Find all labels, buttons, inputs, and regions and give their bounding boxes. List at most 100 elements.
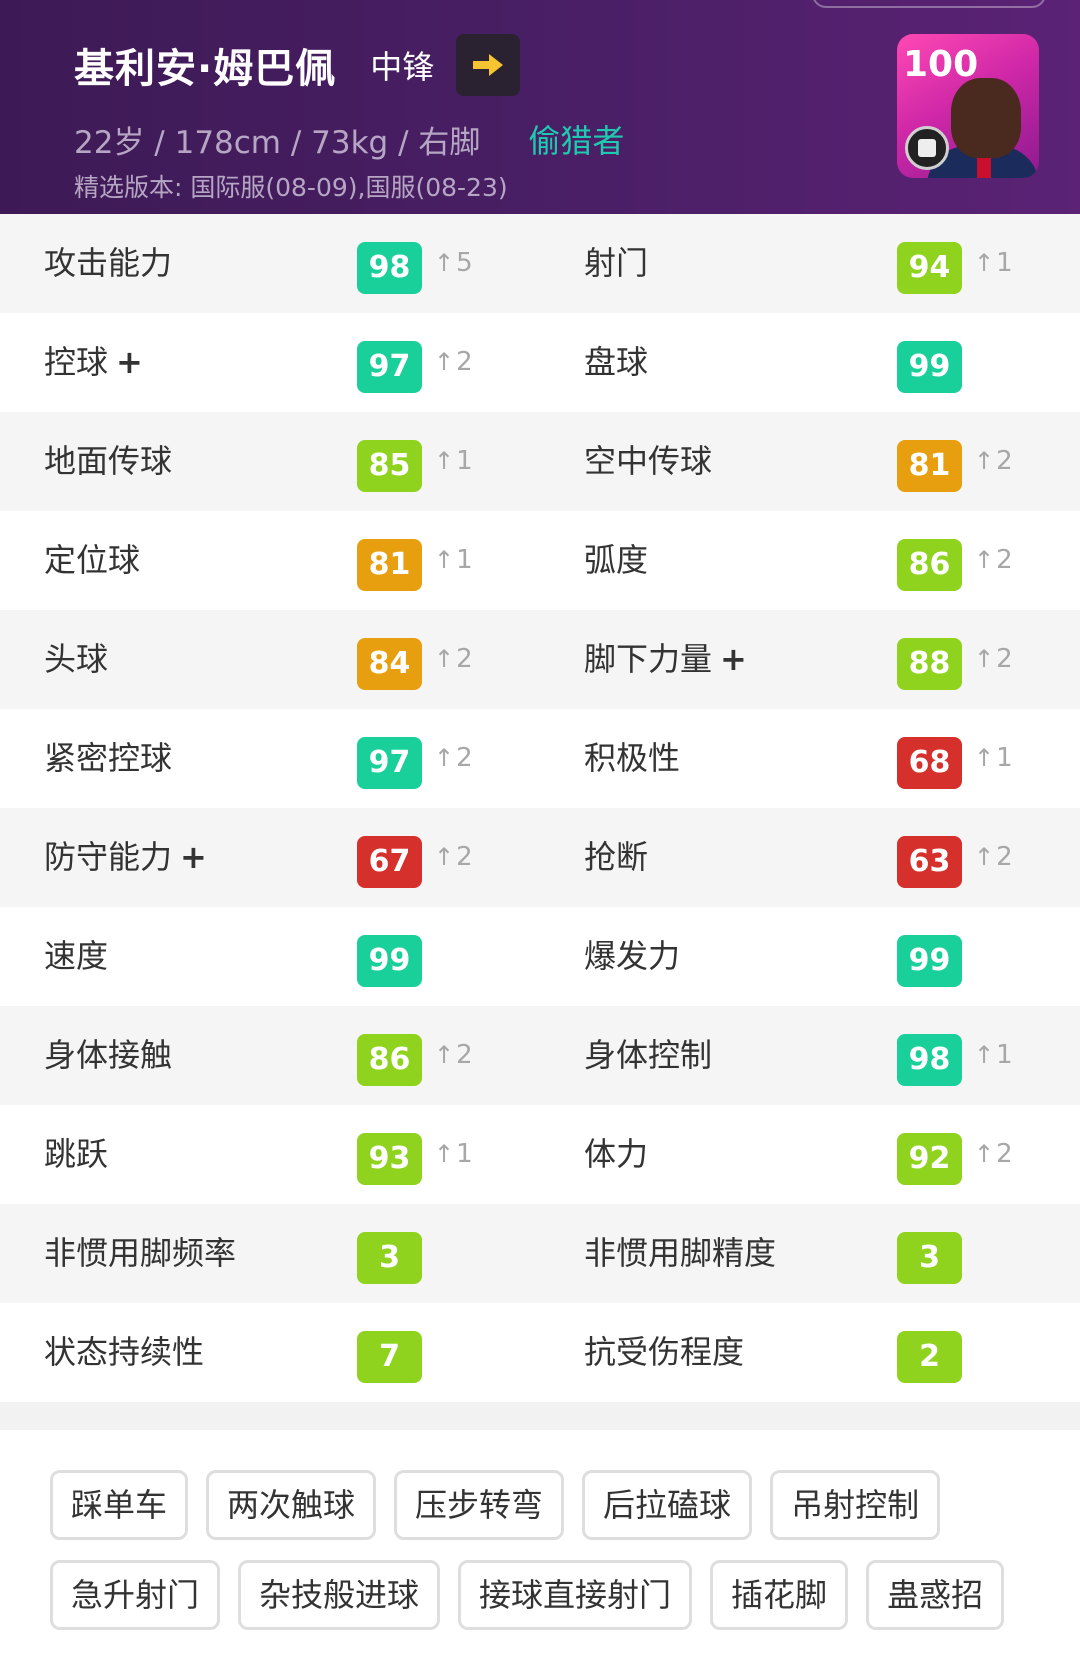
player-header: 基利安·姆巴佩 中锋 22岁 / 178cm / 73kg / 右脚 偷猎者 精… xyxy=(0,0,1080,214)
skill-tag[interactable]: 急升射门 xyxy=(50,1560,221,1630)
stat-value-badge: 68 xyxy=(897,737,962,789)
plus-icon: + xyxy=(720,640,747,678)
stat-row: 控球 +97 ↑2 盘球 99 xyxy=(0,313,1080,412)
stat-label-wrap: 地面传球 xyxy=(44,412,172,511)
stat-label: 定位球 xyxy=(44,541,141,579)
stat-value-badge: 63 xyxy=(897,836,962,888)
arrow-up-icon: ↑ xyxy=(974,1041,995,1069)
player-version: 精选版本: 国际服(08-09),国服(08-23) xyxy=(74,173,508,202)
skill-row: 急升射门 杂技般进球 接球直接射门 插花脚 蛊惑招 xyxy=(50,1560,1050,1630)
stat-label-wrap: 弧度 xyxy=(584,511,648,610)
stat-label-wrap: 抢断 xyxy=(584,808,648,907)
stat-label-wrap: 跳跃 xyxy=(44,1105,108,1204)
arrow-up-icon: ↑ xyxy=(974,843,995,871)
stat-boost-value: 1 xyxy=(456,1139,473,1169)
arrow-up-icon: ↑ xyxy=(974,447,995,475)
arrow-up-icon: ↑ xyxy=(974,645,995,673)
stat-boost: ↑2 xyxy=(434,808,473,907)
skill-tag[interactable]: 插花脚 xyxy=(710,1560,849,1630)
stat-label-wrap: 射门 xyxy=(584,214,648,313)
stat-value-badge: 99 xyxy=(357,935,422,987)
plus-icon: + xyxy=(116,343,143,381)
arrow-up-icon: ↑ xyxy=(434,645,455,673)
stat-boost-value: 5 xyxy=(456,248,473,278)
stat-row: 跳跃 93 ↑1 体力 92 ↑2 xyxy=(0,1105,1080,1204)
stat-value-badge: 98 xyxy=(357,242,422,294)
next-player-button[interactable] xyxy=(456,34,521,96)
stat-boost: ↑1 xyxy=(434,511,473,610)
stat-boost-value: 2 xyxy=(456,347,473,377)
stat-label: 身体接触 xyxy=(44,1036,173,1074)
arrow-up-icon: ↑ xyxy=(974,546,995,574)
stat-label-wrap: 非惯用脚精度 xyxy=(584,1204,776,1303)
stat-value-badge: 86 xyxy=(357,1034,422,1086)
stat-row: 状态持续性 7 抗受伤程度 2 xyxy=(0,1303,1080,1402)
arrow-up-icon: ↑ xyxy=(434,249,455,277)
stat-label: 控球 xyxy=(44,343,109,381)
player-playstyle[interactable]: 偷猎者 xyxy=(528,116,624,162)
arrow-up-icon: ↑ xyxy=(974,744,995,772)
stat-label-wrap: 盘球 xyxy=(584,313,648,412)
stat-value-badge: 2 xyxy=(897,1331,962,1383)
stat-boost-value: 2 xyxy=(456,743,473,773)
skill-tag[interactable]: 压步转弯 xyxy=(394,1470,565,1540)
stat-row: 地面传球 85 ↑1 空中传球 81 ↑2 xyxy=(0,412,1080,511)
stat-row: 非惯用脚频率 3 非惯用脚精度 3 xyxy=(0,1204,1080,1303)
skill-tag[interactable]: 踩单车 xyxy=(50,1470,189,1540)
stat-value-badge: 3 xyxy=(897,1232,962,1284)
skill-tag[interactable]: 后拉磕球 xyxy=(582,1470,753,1540)
stat-value-badge: 7 xyxy=(357,1331,422,1383)
stat-label: 抗受伤程度 xyxy=(584,1333,745,1371)
stat-value-badge: 99 xyxy=(897,341,962,393)
stat-row: 防守能力 +67 ↑2 抢断 63 ↑2 xyxy=(0,808,1080,907)
player-position: 中锋 xyxy=(370,48,435,86)
stat-boost: ↑1 xyxy=(434,412,473,511)
arrow-up-icon: ↑ xyxy=(434,843,455,871)
stat-value-badge: 88 xyxy=(897,638,962,690)
stat-label-wrap: 定位球 xyxy=(44,511,140,610)
stat-boost: ↑2 xyxy=(974,1105,1013,1204)
stat-boost-value: 2 xyxy=(996,545,1013,575)
stat-value-badge: 97 xyxy=(357,737,422,789)
stat-value-badge: 85 xyxy=(357,440,422,492)
club-badge-icon xyxy=(905,126,949,170)
player-card[interactable]: 100 xyxy=(897,34,1039,178)
stat-label-wrap: 状态持续性 xyxy=(44,1303,204,1402)
arrow-up-icon: ↑ xyxy=(434,546,455,574)
stat-boost: ↑2 xyxy=(434,313,473,412)
skill-tag[interactable]: 杂技般进球 xyxy=(238,1560,441,1630)
stat-value-badge: 81 xyxy=(897,440,962,492)
stat-label-wrap: 非惯用脚频率 xyxy=(44,1204,236,1303)
stat-row: 定位球 81 ↑1 弧度 86 ↑2 xyxy=(0,511,1080,610)
stat-label: 防守能力 xyxy=(44,838,173,876)
stat-boost: ↑1 xyxy=(434,1105,473,1204)
skills-panel: 踩单车 两次触球 压步转弯 后拉磕球 吊射控制 急升射门 杂技般进球 接球直接射门 插花脚 蛊惑招 xyxy=(0,1430,1080,1666)
stat-label: 跳跃 xyxy=(44,1135,109,1173)
stat-label: 非惯用脚精度 xyxy=(584,1234,777,1272)
stat-value-badge: 67 xyxy=(357,836,422,888)
stat-boost: ↑2 xyxy=(434,610,473,709)
stat-label-wrap: 控球 + xyxy=(44,313,143,412)
skill-tag[interactable]: 两次触球 xyxy=(206,1470,377,1540)
arrow-up-icon: ↑ xyxy=(434,1041,455,1069)
stat-boost-value: 2 xyxy=(996,644,1013,674)
skill-tag[interactable]: 吊射控制 xyxy=(770,1470,941,1540)
info-line: 22岁 / 178cm / 73kg / 右脚 偷猎者 xyxy=(74,116,624,162)
stat-boost-value: 2 xyxy=(996,1139,1013,1169)
stat-row: 紧密控球 97 ↑2 积极性 68 ↑1 xyxy=(0,709,1080,808)
name-line: 基利安·姆巴佩 中锋 xyxy=(74,34,521,96)
stat-row: 速度 99 爆发力 99 xyxy=(0,907,1080,1006)
stat-value-badge: 3 xyxy=(357,1232,422,1284)
stat-label: 身体控制 xyxy=(584,1036,713,1074)
stat-value-badge: 81 xyxy=(357,539,422,591)
stat-label: 盘球 xyxy=(584,343,649,381)
plus-icon: + xyxy=(180,838,207,876)
skill-tag[interactable]: 蛊惑招 xyxy=(866,1560,1005,1630)
stat-label: 紧密控球 xyxy=(44,739,173,777)
stat-label: 弧度 xyxy=(584,541,649,579)
stat-label: 射门 xyxy=(584,244,649,282)
skill-tag[interactable]: 接球直接射门 xyxy=(458,1560,693,1630)
player-physical: 22岁 / 178cm / 73kg / 右脚 xyxy=(74,124,481,161)
player-name: 基利安·姆巴佩 xyxy=(74,46,337,92)
skill-row: 踩单车 两次触球 压步转弯 后拉磕球 吊射控制 xyxy=(50,1470,1050,1540)
